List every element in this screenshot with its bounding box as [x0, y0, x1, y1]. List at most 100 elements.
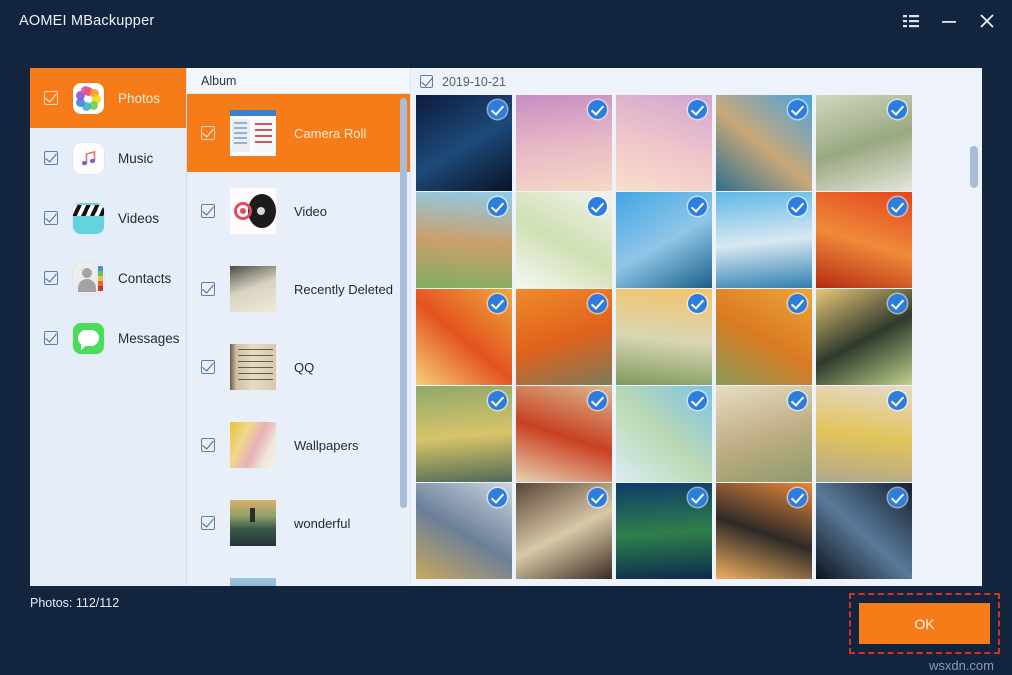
photo-selected-check-icon[interactable] — [888, 197, 907, 216]
photo-selected-check-icon[interactable] — [888, 294, 907, 313]
photo-thumbnail[interactable] — [416, 95, 512, 191]
photo-thumbnail[interactable] — [416, 483, 512, 579]
photo-thumbnail[interactable] — [516, 95, 612, 191]
sidebar-item-label: Messages — [118, 331, 180, 346]
album-item-partial[interactable] — [187, 562, 410, 586]
ok-button[interactable]: OK — [859, 603, 990, 644]
photo-thumbnail[interactable] — [716, 192, 812, 288]
minimize-icon[interactable] — [930, 6, 968, 36]
album-label: Camera Roll — [294, 126, 366, 141]
photo-thumbnail[interactable] — [816, 289, 912, 385]
photo-thumbnail[interactable] — [516, 483, 612, 579]
photo-thumbnail[interactable] — [616, 95, 712, 191]
album-thumbnail — [230, 188, 276, 234]
photo-selected-check-icon[interactable] — [488, 197, 507, 216]
sidebar-item-photos[interactable]: Photos — [30, 68, 186, 128]
photo-selected-check-icon[interactable] — [588, 294, 607, 313]
photo-selected-check-icon[interactable] — [488, 294, 507, 313]
sidebar-item-label: Music — [118, 151, 153, 166]
sidebar-item-videos[interactable]: Videos — [30, 188, 186, 248]
photo-selected-check-icon[interactable] — [488, 100, 507, 119]
album-label: Recently Deleted — [294, 282, 393, 297]
photos-checkbox[interactable] — [44, 91, 58, 105]
sidebar-item-music[interactable]: Music — [30, 128, 186, 188]
contacts-checkbox[interactable] — [44, 271, 58, 285]
album-label: Wallpapers — [294, 438, 359, 453]
photo-thumbnail[interactable] — [516, 289, 612, 385]
photo-thumbnail[interactable] — [816, 95, 912, 191]
photo-selected-check-icon[interactable] — [688, 100, 707, 119]
album-scrollbar-thumb[interactable] — [400, 98, 407, 508]
photo-selected-check-icon[interactable] — [888, 488, 907, 507]
photo-thumbnail[interactable] — [416, 289, 512, 385]
photo-selected-check-icon[interactable] — [488, 488, 507, 507]
music-app-icon — [73, 143, 104, 174]
photo-selected-check-icon[interactable] — [688, 294, 707, 313]
messages-checkbox[interactable] — [44, 331, 58, 345]
date-group-checkbox[interactable] — [420, 75, 433, 88]
album-item-wallpapers[interactable]: Wallpapers — [187, 406, 410, 484]
album-item-qq[interactable]: QQ — [187, 328, 410, 406]
sidebar-item-label: Photos — [118, 91, 160, 106]
album-checkbox[interactable] — [201, 438, 215, 452]
album-checkbox[interactable] — [201, 204, 215, 218]
album-item-recently-deleted[interactable]: Recently Deleted — [187, 250, 410, 328]
photo-thumbnail[interactable] — [716, 386, 812, 482]
title-bar: AOMEI MBackupper — [0, 0, 1012, 41]
photo-selected-check-icon[interactable] — [588, 488, 607, 507]
photo-thumbnail[interactable] — [716, 95, 812, 191]
photo-selected-check-icon[interactable] — [788, 488, 807, 507]
photo-thumbnail[interactable] — [616, 483, 712, 579]
album-checkbox[interactable] — [201, 126, 215, 140]
close-icon[interactable] — [968, 6, 1006, 36]
photo-selected-check-icon[interactable] — [588, 100, 607, 119]
photo-thumbnail[interactable] — [616, 192, 712, 288]
album-item-video[interactable]: Video — [187, 172, 410, 250]
photo-thumbnail[interactable] — [616, 386, 712, 482]
photo-thumbnail[interactable] — [716, 289, 812, 385]
photo-selected-check-icon[interactable] — [888, 391, 907, 410]
photo-selected-check-icon[interactable] — [788, 100, 807, 119]
grid-scrollbar-thumb[interactable] — [970, 146, 978, 188]
photo-thumbnail[interactable] — [416, 386, 512, 482]
contacts-app-icon — [73, 263, 104, 294]
photo-thumbnail[interactable] — [616, 289, 712, 385]
music-checkbox[interactable] — [44, 151, 58, 165]
videos-app-icon — [73, 203, 104, 234]
photo-selected-check-icon[interactable] — [788, 391, 807, 410]
photo-selected-check-icon[interactable] — [488, 391, 507, 410]
photo-selected-check-icon[interactable] — [788, 197, 807, 216]
photo-selected-check-icon[interactable] — [788, 294, 807, 313]
album-list: Camera Roll Video Recently Deleted — [187, 94, 410, 586]
album-label: wonderful — [294, 516, 350, 531]
album-checkbox[interactable] — [201, 360, 215, 374]
sidebar-item-contacts[interactable]: Contacts — [30, 248, 186, 308]
photo-selected-check-icon[interactable] — [588, 197, 607, 216]
list-menu-icon[interactable] — [892, 6, 930, 36]
photo-thumbnail[interactable] — [816, 192, 912, 288]
photo-selected-check-icon[interactable] — [688, 197, 707, 216]
photo-selected-check-icon[interactable] — [588, 391, 607, 410]
photo-thumbnail[interactable] — [516, 192, 612, 288]
photo-thumbnail[interactable] — [416, 192, 512, 288]
album-item-camera-roll[interactable]: Camera Roll — [187, 94, 410, 172]
album-item-wonderful[interactable]: wonderful — [187, 484, 410, 562]
photo-grid — [411, 95, 982, 579]
main-content: Photos Music Videos — [30, 68, 982, 586]
date-group-header[interactable]: 2019-10-21 — [411, 68, 982, 95]
photo-thumbnail[interactable] — [516, 386, 612, 482]
videos-checkbox[interactable] — [44, 211, 58, 225]
footer-bar: Photos: 112/112 OK wsxdn.com — [0, 586, 1012, 675]
photo-thumbnail[interactable] — [716, 483, 812, 579]
photo-selected-check-icon[interactable] — [688, 488, 707, 507]
photo-thumbnail[interactable] — [816, 386, 912, 482]
album-checkbox[interactable] — [201, 282, 215, 296]
window-controls — [892, 0, 1006, 41]
album-label: QQ — [294, 360, 314, 375]
photo-selected-check-icon[interactable] — [688, 391, 707, 410]
sidebar-item-messages[interactable]: Messages — [30, 308, 186, 368]
photo-thumbnail[interactable] — [816, 483, 912, 579]
watermark: wsxdn.com — [929, 658, 994, 673]
photo-selected-check-icon[interactable] — [888, 100, 907, 119]
album-checkbox[interactable] — [201, 516, 215, 530]
